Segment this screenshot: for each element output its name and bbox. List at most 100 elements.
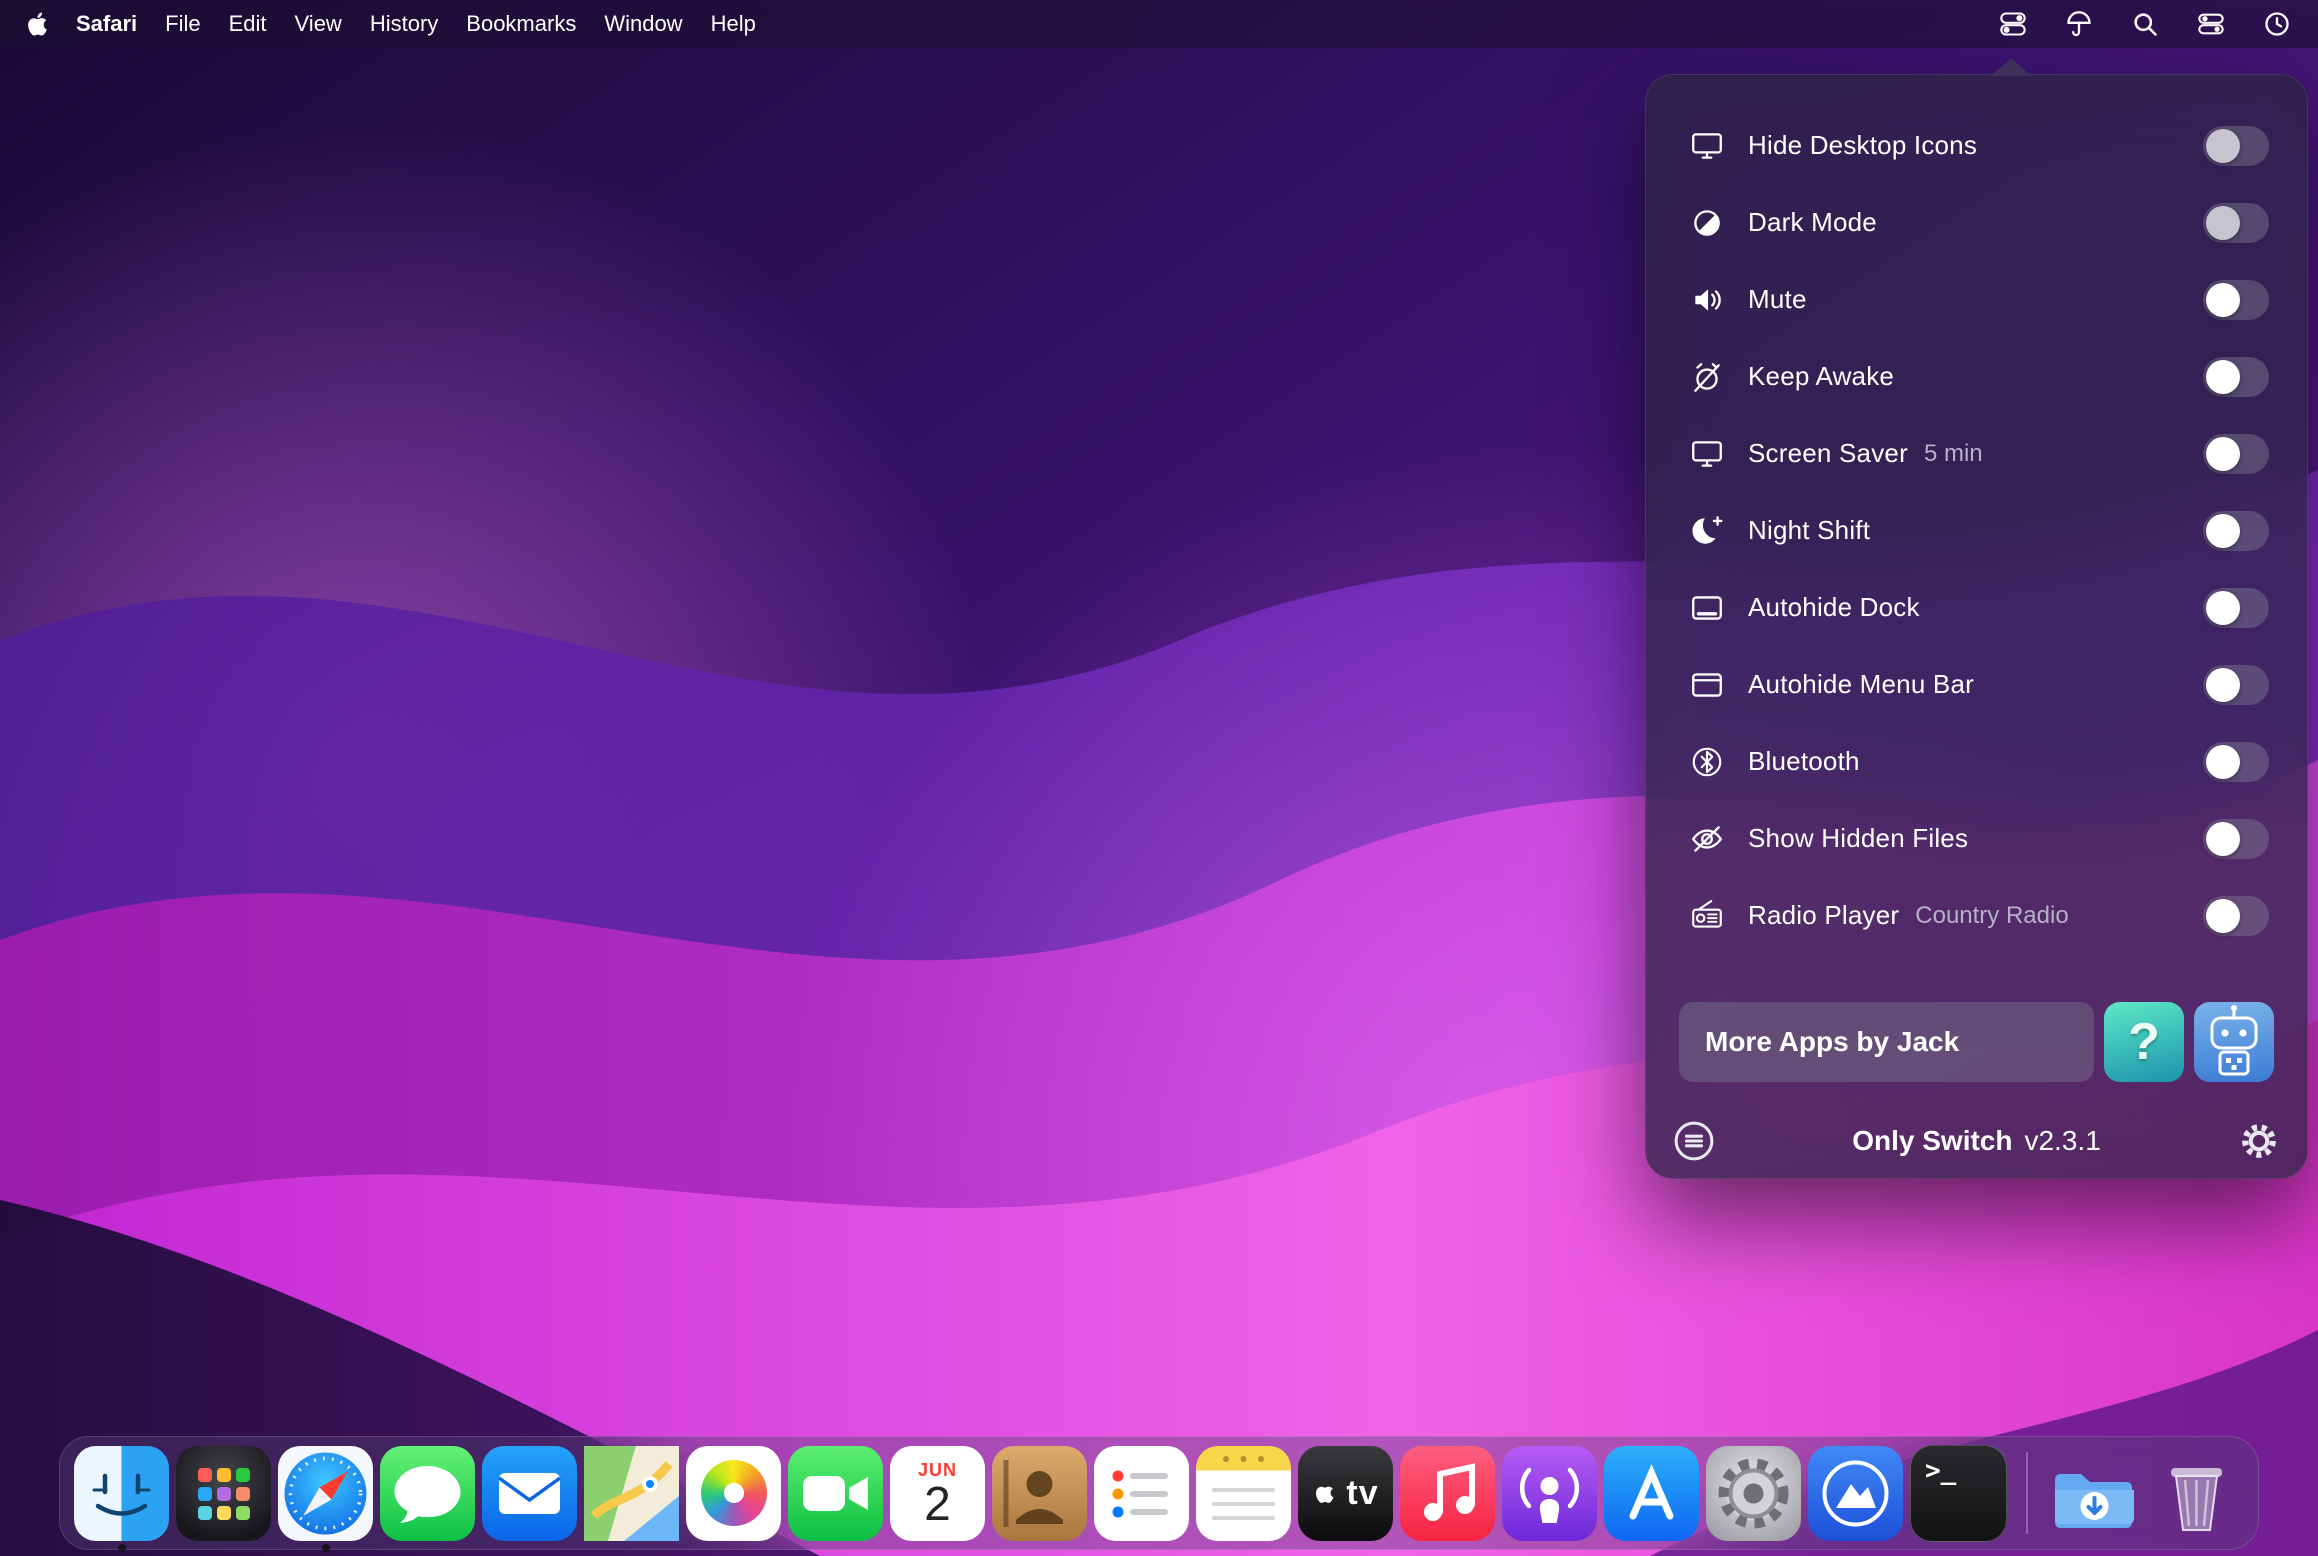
search-icon[interactable] — [2130, 9, 2160, 39]
night-shift-icon — [1684, 513, 1730, 549]
radio-player-toggle[interactable] — [2203, 896, 2269, 936]
toggle-row-autohide-dock: Autohide Dock — [1646, 569, 2307, 646]
mute-icon — [1684, 282, 1730, 318]
dock-app-store-icon[interactable] — [1604, 1446, 1699, 1541]
dock-podcasts-icon[interactable] — [1502, 1446, 1597, 1541]
only-switch-panel: Hide Desktop Icons Dark Mode Mute — [1645, 74, 2308, 1179]
panel-arrow — [1991, 58, 2031, 76]
dock-mail-icon[interactable] — [482, 1446, 577, 1541]
autohide-menubar-icon — [1684, 667, 1730, 703]
bluetooth-icon — [1684, 744, 1730, 780]
umbrella-icon[interactable] — [2064, 9, 2094, 39]
menu-item-file[interactable]: File — [151, 11, 214, 37]
toggle-list: Hide Desktop Icons Dark Mode Mute — [1646, 75, 2307, 954]
app-version: v2.3.1 — [2024, 1125, 2100, 1156]
toggle-row-hide-desktop-icons: Hide Desktop Icons — [1646, 107, 2307, 184]
toggle-label: Radio Player — [1748, 900, 1899, 931]
panel-footer: Only Switch v2.3.1 — [1646, 1101, 2307, 1181]
menu-app-name[interactable]: Safari — [62, 11, 151, 37]
toggle-row-autohide-menu-bar: Autohide Menu Bar — [1646, 646, 2307, 723]
menu-bar: Safari File Edit View History Bookmarks … — [0, 0, 2318, 48]
dock-finder-icon[interactable] — [74, 1446, 169, 1541]
toggle-label: Bluetooth — [1748, 746, 1860, 777]
bluetooth-toggle[interactable] — [2203, 742, 2269, 782]
dock-maps-icon[interactable] — [584, 1446, 679, 1541]
tv-label: tv — [1346, 1474, 1378, 1513]
toggle-row-bluetooth: Bluetooth — [1646, 723, 2307, 800]
dock-trash-icon[interactable] — [2149, 1446, 2244, 1541]
dock-separator — [2026, 1452, 2028, 1534]
more-apps-row: More Apps by Jack ? — [1679, 1002, 2274, 1082]
keep-awake-icon — [1684, 359, 1730, 395]
dock-facetime-icon[interactable] — [788, 1446, 883, 1541]
dock-calendar-icon[interactable]: JUN 2 — [890, 1446, 985, 1541]
apple-menu-icon[interactable] — [26, 11, 52, 37]
dock-apple-tv-icon[interactable]: tv — [1298, 1446, 1393, 1541]
autohide-menu-bar-toggle[interactable] — [2203, 665, 2269, 705]
menu-item-history[interactable]: History — [356, 11, 452, 37]
show-hidden-files-toggle[interactable] — [2203, 819, 2269, 859]
dock-safari-icon[interactable] — [278, 1446, 373, 1541]
toggle-row-radio-player: Radio Player Country Radio — [1646, 877, 2307, 954]
menu-list-icon[interactable] — [1672, 1119, 1716, 1163]
toggle-label: Mute — [1748, 284, 1807, 315]
app-title: Only Switch v2.3.1 — [1852, 1125, 2101, 1157]
autohide-dock-toggle[interactable] — [2203, 588, 2269, 628]
toggle-row-night-shift: Night Shift — [1646, 492, 2307, 569]
screen-saver-toggle[interactable] — [2203, 434, 2269, 474]
menu-item-help[interactable]: Help — [697, 11, 770, 37]
dock-notes-icon[interactable] — [1196, 1446, 1291, 1541]
robot-qr-app-icon[interactable] — [2194, 1002, 2274, 1082]
toggle-label: Dark Mode — [1748, 207, 1877, 238]
toggle-label: Keep Awake — [1748, 361, 1894, 392]
menu-item-edit[interactable]: Edit — [215, 11, 281, 37]
toggle-sublabel: Country Radio — [1915, 902, 2068, 930]
dock-reminders-icon[interactable] — [1094, 1446, 1189, 1541]
dock-terminal-icon[interactable]: >_ — [1910, 1445, 2007, 1542]
menu-item-view[interactable]: View — [281, 11, 356, 37]
radio-icon — [1684, 898, 1730, 934]
keep-awake-toggle[interactable] — [2203, 357, 2269, 397]
show-hidden-files-icon — [1684, 821, 1730, 857]
mute-toggle[interactable] — [2203, 280, 2269, 320]
calendar-day: 2 — [924, 1479, 951, 1532]
app-name: Only Switch — [1852, 1125, 2012, 1156]
toggle-label: Autohide Menu Bar — [1748, 669, 1974, 700]
toggle-row-keep-awake: Keep Awake — [1646, 338, 2307, 415]
dock-launchpad-icon[interactable] — [176, 1446, 271, 1541]
calendar-month: JUN — [918, 1461, 957, 1479]
clock-icon[interactable] — [2262, 9, 2292, 39]
toggle-row-mute: Mute — [1646, 261, 2307, 338]
toggle-label: Show Hidden Files — [1748, 823, 1968, 854]
dock-music-icon[interactable] — [1400, 1446, 1495, 1541]
control-center-icon[interactable] — [2196, 9, 2226, 39]
toggle-label: Autohide Dock — [1748, 592, 1920, 623]
menu-status-area — [1998, 9, 2292, 39]
night-shift-toggle[interactable] — [2203, 511, 2269, 551]
toggle-label: Screen Saver — [1748, 438, 1908, 469]
dock-contacts-icon[interactable] — [992, 1446, 1087, 1541]
menu-item-window[interactable]: Window — [590, 11, 696, 37]
dark-mode-icon — [1684, 205, 1730, 241]
more-apps-banner[interactable]: More Apps by Jack — [1679, 1002, 2094, 1082]
settings-gear-icon[interactable] — [2237, 1119, 2281, 1163]
menu-item-bookmarks[interactable]: Bookmarks — [452, 11, 590, 37]
toggle-label: Night Shift — [1748, 515, 1870, 546]
toggle-row-screen-saver: Screen Saver 5 min — [1646, 415, 2307, 492]
toggle-row-show-hidden-files: Show Hidden Files — [1646, 800, 2307, 877]
dock-mountain-app-icon[interactable] — [1808, 1446, 1903, 1541]
dock-messages-icon[interactable] — [380, 1446, 475, 1541]
dock-system-preferences-icon[interactable] — [1706, 1446, 1801, 1541]
switches-icon[interactable] — [1998, 9, 2028, 39]
dock-photos-icon[interactable] — [686, 1446, 781, 1541]
photos-wheel — [701, 1460, 767, 1526]
screen-saver-icon — [1684, 436, 1730, 472]
dark-mode-toggle[interactable] — [2203, 203, 2269, 243]
dock-downloads-folder-icon[interactable] — [2047, 1446, 2142, 1541]
terminal-prompt: >_ — [1925, 1456, 1956, 1486]
dock: JUN 2 tv — [59, 1436, 2259, 1550]
question-app-icon[interactable]: ? — [2104, 1002, 2184, 1082]
hide-desktop-icons-toggle[interactable] — [2203, 126, 2269, 166]
toggle-sublabel: 5 min — [1924, 440, 1983, 468]
toggle-row-dark-mode: Dark Mode — [1646, 184, 2307, 261]
